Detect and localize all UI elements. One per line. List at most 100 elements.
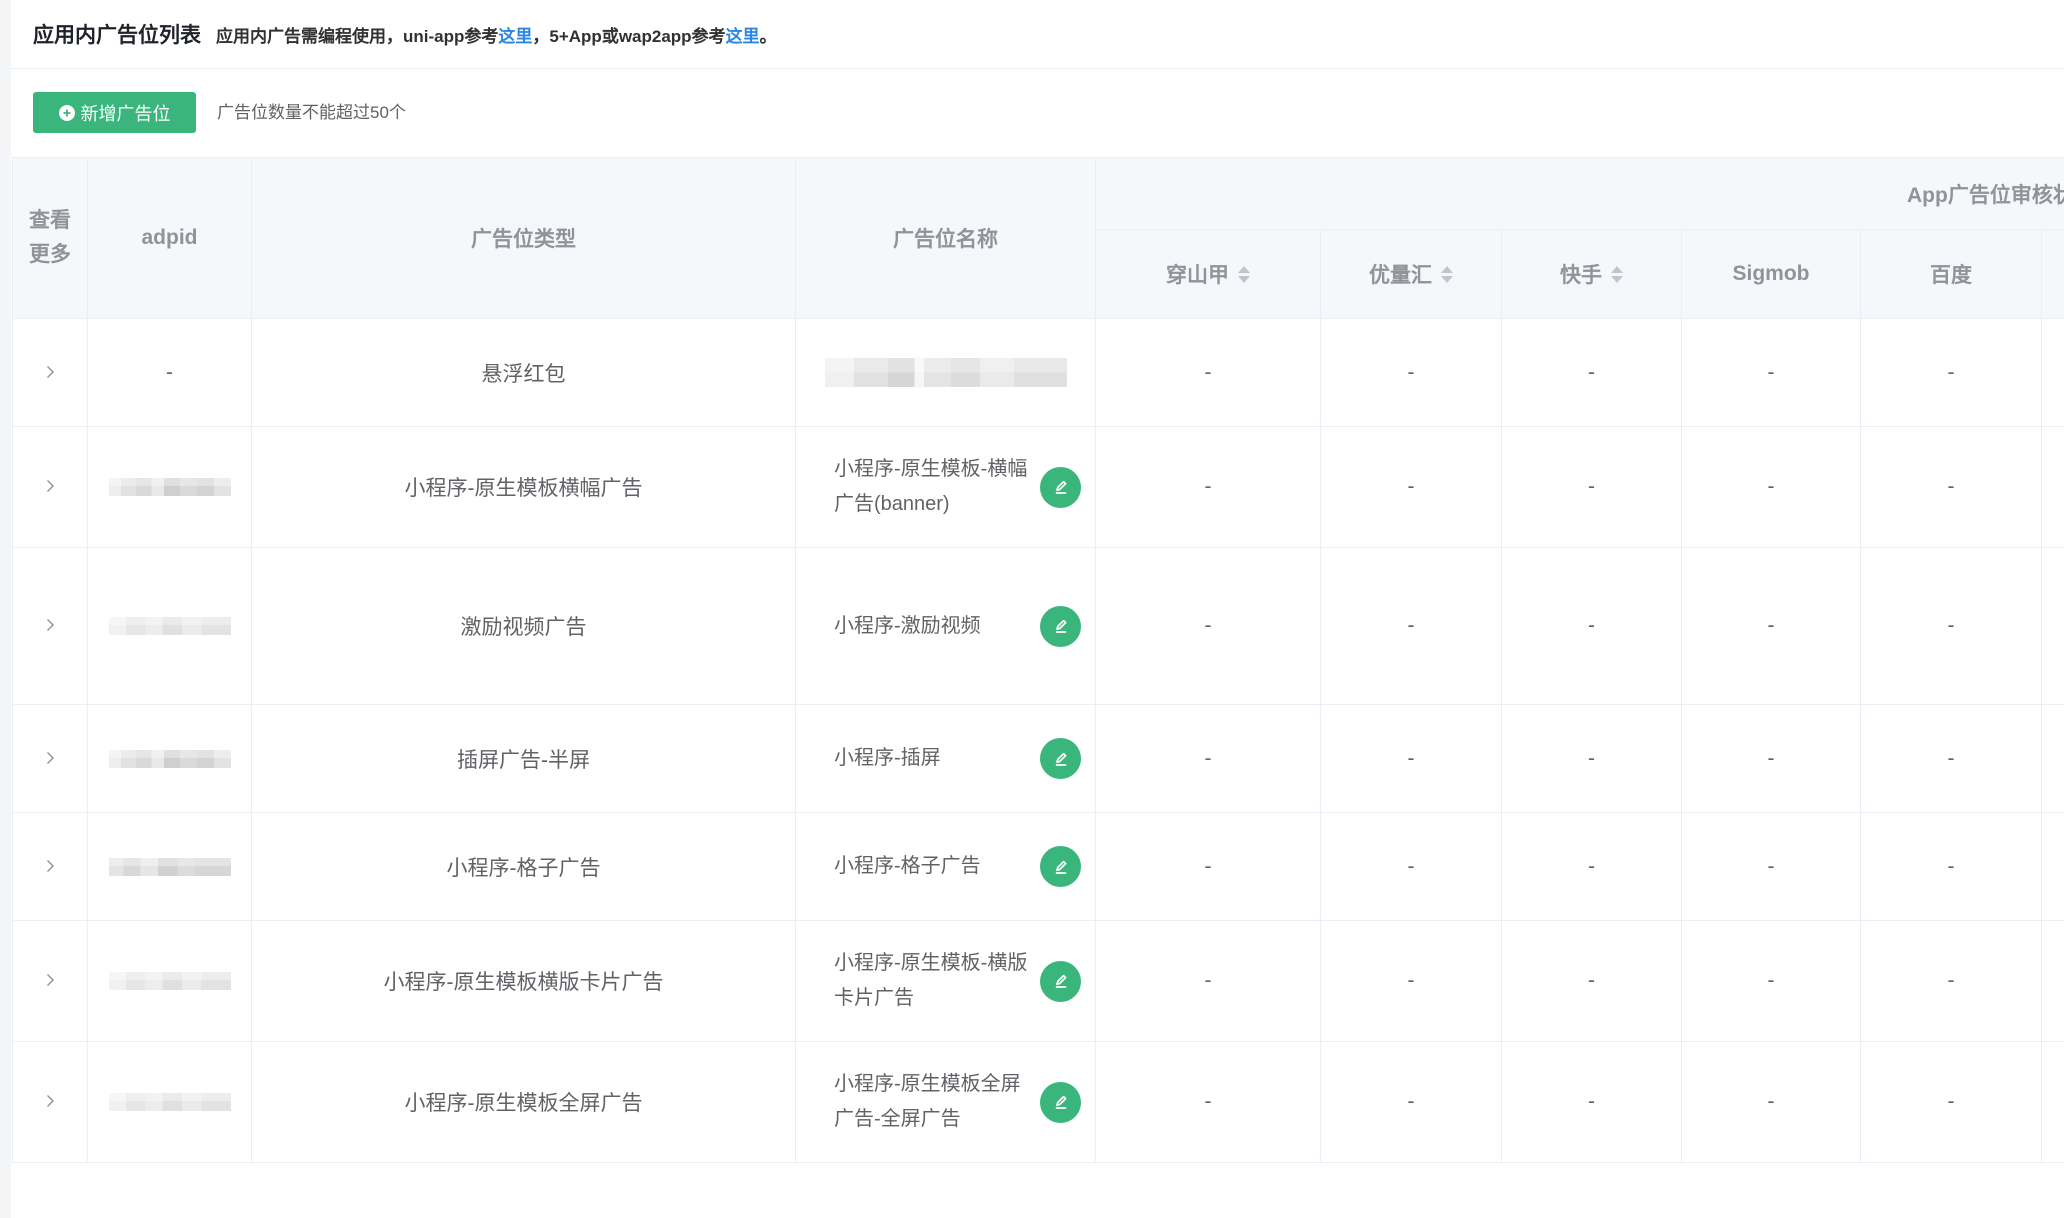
edit-name-button[interactable] [1040,605,1081,647]
review-status-youlianghui: - [1320,704,1502,813]
review-status-baidu: - [1860,318,2042,427]
col-header-youlianghui[interactable]: 优量汇 [1320,229,1502,319]
redacted-adpid [108,749,231,768]
col-header-pangle[interactable]: 穿山甲 [1095,229,1321,319]
chevron-right-icon[interactable] [45,618,55,632]
table-row: 插屏广告-半屏 小程序-插屏 - - - - - [12,704,2064,813]
ad-name-line: 小程序-格子广告 [834,855,981,877]
name-cell: 小程序-原生模板全屏 广告-全屏广告 [795,1041,1096,1163]
col-header-sigmob: Sigmob [1681,229,1861,319]
col-header-kuaishou[interactable]: 快手 [1501,229,1682,319]
sort-ascending-caret[interactable] [1611,265,1623,273]
table-row: 小程序-原生模板横幅广告 小程序-原生模板-横幅 广告(banner) - - -… [12,426,2064,548]
review-status-youlianghui: - [1320,812,1502,921]
edit-name-button[interactable] [1040,738,1081,779]
sort-ascending-caret[interactable] [1238,265,1250,273]
sort-descending-caret[interactable] [1441,275,1453,283]
edit-name-button[interactable] [1040,846,1081,887]
wap2app-doc-link[interactable]: 这里 [726,27,760,46]
review-status-kuaishou: - [1501,920,1682,1042]
name-cell: 小程序-原生模板-横版 卡片广告 [795,920,1096,1042]
chevron-right-icon[interactable] [45,365,55,379]
adpid-cell [87,920,252,1042]
review-status-kuaishou: - [1501,1041,1682,1163]
add-ad-slot-button[interactable]: 新增广告位 [33,92,196,133]
review-status-pangle: - [1095,812,1321,921]
name-cell [795,318,1096,427]
chevron-right-icon[interactable] [45,973,55,987]
col-header-label: Sigmob [1732,262,1810,285]
review-status-kuaishou: - [1501,426,1682,548]
ad-type: 小程序-原生模板横版卡片广告 [383,971,664,994]
redacted-adpid [108,1093,231,1112]
review-status-pangle: - [1095,426,1321,548]
review-status-overflow [2040,1041,2064,1163]
review-status-overflow [2040,812,2064,921]
header-note-middle: ，5+App或wap2app参考 [532,26,726,46]
ad-slot-table: 查看更多 adpid 广告位类型 广告位名称 App广告位审核状 穿山甲 优量汇… [12,157,2064,1163]
uni-app-doc-link[interactable]: 这里 [498,27,532,46]
review-status-baidu: - [1860,426,2042,548]
review-status-baidu: - [1860,704,2042,813]
sort-caret-icon[interactable] [1611,265,1623,283]
edit-name-button[interactable] [1040,1081,1081,1123]
type-cell: 插屏广告-半屏 [251,704,796,813]
edit-pencil-icon [1051,477,1071,497]
ad-type: 插屏广告-半屏 [457,748,590,772]
review-status-group-header: App广告位审核状 [1094,157,2064,230]
ad-name: 小程序-格子广告 [834,849,981,884]
col-header-label: 查看更多 [29,209,71,266]
review-status-overflow [2040,426,2064,548]
review-status-youlianghui: - [1320,318,1502,427]
review-status-overflow [2040,704,2064,813]
expand-cell [12,547,88,705]
slot-limit-note: 广告位数量不能超过50个 [217,103,406,122]
edit-pencil-icon [1051,1092,1071,1112]
chevron-right-icon[interactable] [45,1094,55,1108]
edit-pencil-icon [1051,857,1071,877]
ad-name-line: 小程序-插屏 [834,747,941,769]
type-cell: 悬浮红包 [251,318,796,427]
col-header-expand: 查看更多 [12,157,88,319]
ad-type: 小程序-原生模板全屏广告 [404,1092,643,1115]
ad-name-line: 小程序-原生模板-横幅 [834,458,1028,480]
chevron-right-icon[interactable] [45,751,55,765]
review-status-kuaishou: - [1501,547,1682,705]
redacted-adpid [108,478,231,497]
review-status-baidu: - [1860,812,2042,921]
type-cell: 小程序-原生模板横版卡片广告 [251,920,796,1042]
chevron-right-icon[interactable] [45,479,55,493]
ad-name: 小程序-原生模板-横幅 广告(banner) [834,452,1027,522]
adpid-cell [87,426,252,548]
page-header: 应用内广告位列表 应用内广告需编程使用，uni-app参考这里，5+App或wa… [11,0,2064,69]
sort-caret-icon[interactable] [1441,265,1453,283]
table-header-row: 查看更多 adpid 广告位类型 广告位名称 App广告位审核状 [12,157,2064,319]
expand-cell [12,704,88,813]
review-status-pangle: - [1095,318,1321,427]
ad-name-line: 广告(banner) [834,493,950,515]
review-status-kuaishou: - [1501,704,1682,813]
review-status-pangle: - [1095,547,1321,705]
review-status-pangle: - [1095,1041,1321,1163]
edit-name-button[interactable] [1040,466,1081,508]
page-title: 应用内广告位列表 [33,24,201,47]
col-header-label: 百度 [1930,264,1972,287]
col-header-overflow [2040,229,2064,319]
table-row: 激励视频广告 小程序-激励视频 - - - - - [12,547,2064,705]
sort-descending-caret[interactable] [1611,275,1623,283]
name-cell: 小程序-格子广告 [795,812,1096,921]
plus-circle-icon [58,104,75,121]
sort-descending-caret[interactable] [1238,275,1250,283]
col-header-label: 穿山甲 [1166,264,1229,287]
edit-name-button[interactable] [1040,960,1081,1002]
sort-caret-icon[interactable] [1238,265,1250,283]
adpid-cell [87,704,252,813]
adpid-cell [87,547,252,705]
ad-name-line: 小程序-原生模板全屏 [834,1073,1021,1095]
col-header-label: adpid [141,226,198,249]
sort-ascending-caret[interactable] [1441,265,1453,273]
col-header-label: 广告位名称 [893,228,998,251]
chevron-right-icon[interactable] [45,859,55,873]
review-status-youlianghui: - [1320,426,1502,548]
expand-cell [12,426,88,548]
